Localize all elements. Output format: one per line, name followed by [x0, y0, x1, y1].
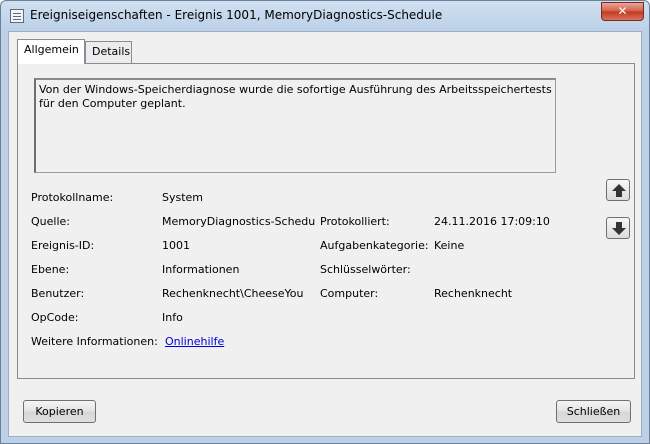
- window-title: Ereigniseigenschaften - Ereignis 1001, M…: [30, 8, 443, 22]
- value-ereignis-id: 1001: [162, 239, 190, 252]
- event-viewer-icon: [10, 9, 24, 23]
- close-button[interactable]: Schließen: [556, 400, 631, 423]
- arrow-up-icon: [612, 184, 626, 197]
- tab-allgemein[interactable]: Allgemein: [17, 39, 85, 64]
- label-schluesselwoerter: Schlüsselwörter:: [320, 263, 411, 276]
- value-opcode: Info: [162, 311, 183, 324]
- onlinehilfe-link[interactable]: Onlinehilfe: [165, 335, 224, 348]
- value-aufgabenkategorie: Keine: [434, 239, 465, 252]
- copy-button[interactable]: Kopieren: [23, 400, 96, 423]
- value-ebene: Informationen: [162, 263, 240, 276]
- label-aufgabenkategorie: Aufgabenkategorie:: [320, 239, 429, 252]
- label-weitere-informationen: Weitere Informationen:: [31, 335, 158, 348]
- label-quelle: Quelle:: [31, 215, 70, 228]
- label-ereignis-id: Ereignis-ID:: [31, 239, 95, 252]
- value-quelle: MemoryDiagnostics-Schedu: [162, 215, 316, 228]
- label-benutzer: Benutzer:: [31, 287, 85, 300]
- previous-event-button[interactable]: [606, 179, 630, 201]
- general-tab-panel: Von der Windows-Speicherdiagnose wurde d…: [17, 63, 635, 379]
- label-protokollname: Protokollname:: [31, 191, 114, 204]
- event-properties-window: Ereigniseigenschaften - Ereignis 1001, M…: [0, 0, 650, 444]
- value-protokollname: System: [162, 191, 204, 204]
- tab-details[interactable]: Details: [85, 41, 132, 63]
- next-event-button[interactable]: [606, 217, 630, 239]
- value-computer: Rechenknecht: [434, 287, 513, 300]
- arrow-down-icon: [612, 222, 626, 235]
- close-window-button[interactable]: ✕: [601, 2, 644, 21]
- event-description[interactable]: Von der Windows-Speicherdiagnose wurde d…: [34, 78, 556, 173]
- dialog-client-area: Allgemein Details Von der Windows-Speich…: [8, 31, 642, 437]
- label-computer: Computer:: [320, 287, 379, 300]
- label-ebene: Ebene:: [31, 263, 70, 276]
- label-protokolliert: Protokolliert:: [320, 215, 390, 228]
- value-benutzer: Rechenknecht\CheeseYou: [162, 287, 304, 300]
- title-bar: Ereigniseigenschaften - Ereignis 1001, M…: [1, 1, 649, 31]
- label-opcode: OpCode:: [31, 311, 79, 324]
- value-protokolliert: 24.11.2016 17:09:10: [434, 215, 550, 228]
